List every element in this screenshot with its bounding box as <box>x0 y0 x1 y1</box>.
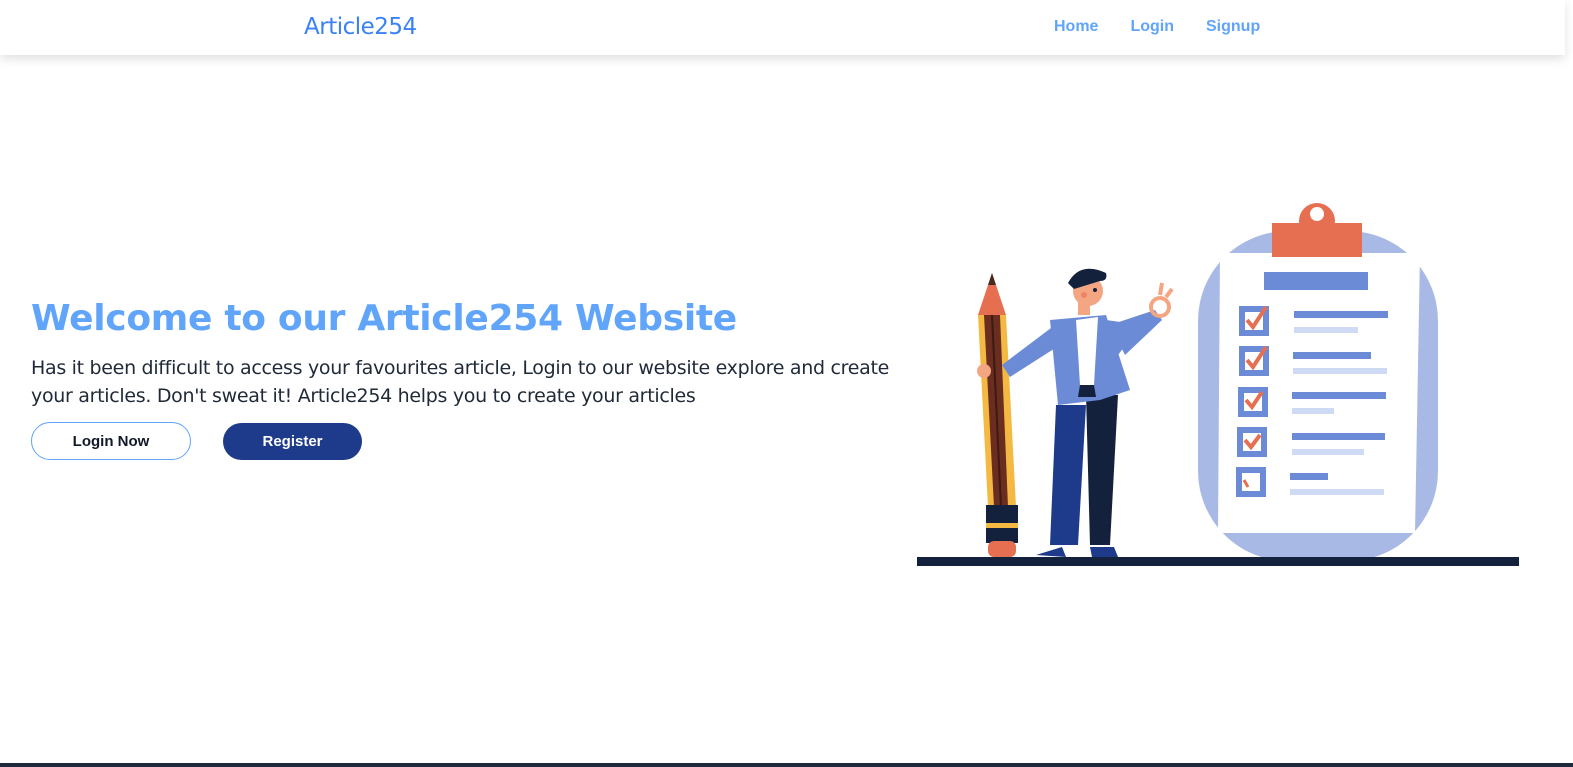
pencil <box>978 273 1018 557</box>
checklist-title-bar <box>1264 272 1368 290</box>
scrollbar[interactable] <box>1565 0 1573 767</box>
nav-links: Home Login Signup <box>1054 18 1260 36</box>
hero-description: Has it been difficult to access your fav… <box>31 357 889 407</box>
navbar: Article254 Home Login Signup <box>0 0 1565 55</box>
brand-logo-link[interactable]: Article254 <box>304 14 417 40</box>
nav-link-login[interactable]: Login <box>1130 18 1174 36</box>
footer-bar <box>0 763 1573 767</box>
nav-link-signup[interactable]: Signup <box>1206 18 1260 36</box>
clipboard-clip-hole <box>1310 207 1324 221</box>
ground-line <box>917 557 1519 566</box>
man-with-pencil-and-checklist-illustration <box>917 203 1519 566</box>
login-now-button[interactable]: Login Now <box>31 422 191 460</box>
hero-title: Welcome to our Article254 Website <box>31 298 737 339</box>
nav-link-home[interactable]: Home <box>1054 18 1098 36</box>
register-button[interactable]: Register <box>223 423 362 460</box>
